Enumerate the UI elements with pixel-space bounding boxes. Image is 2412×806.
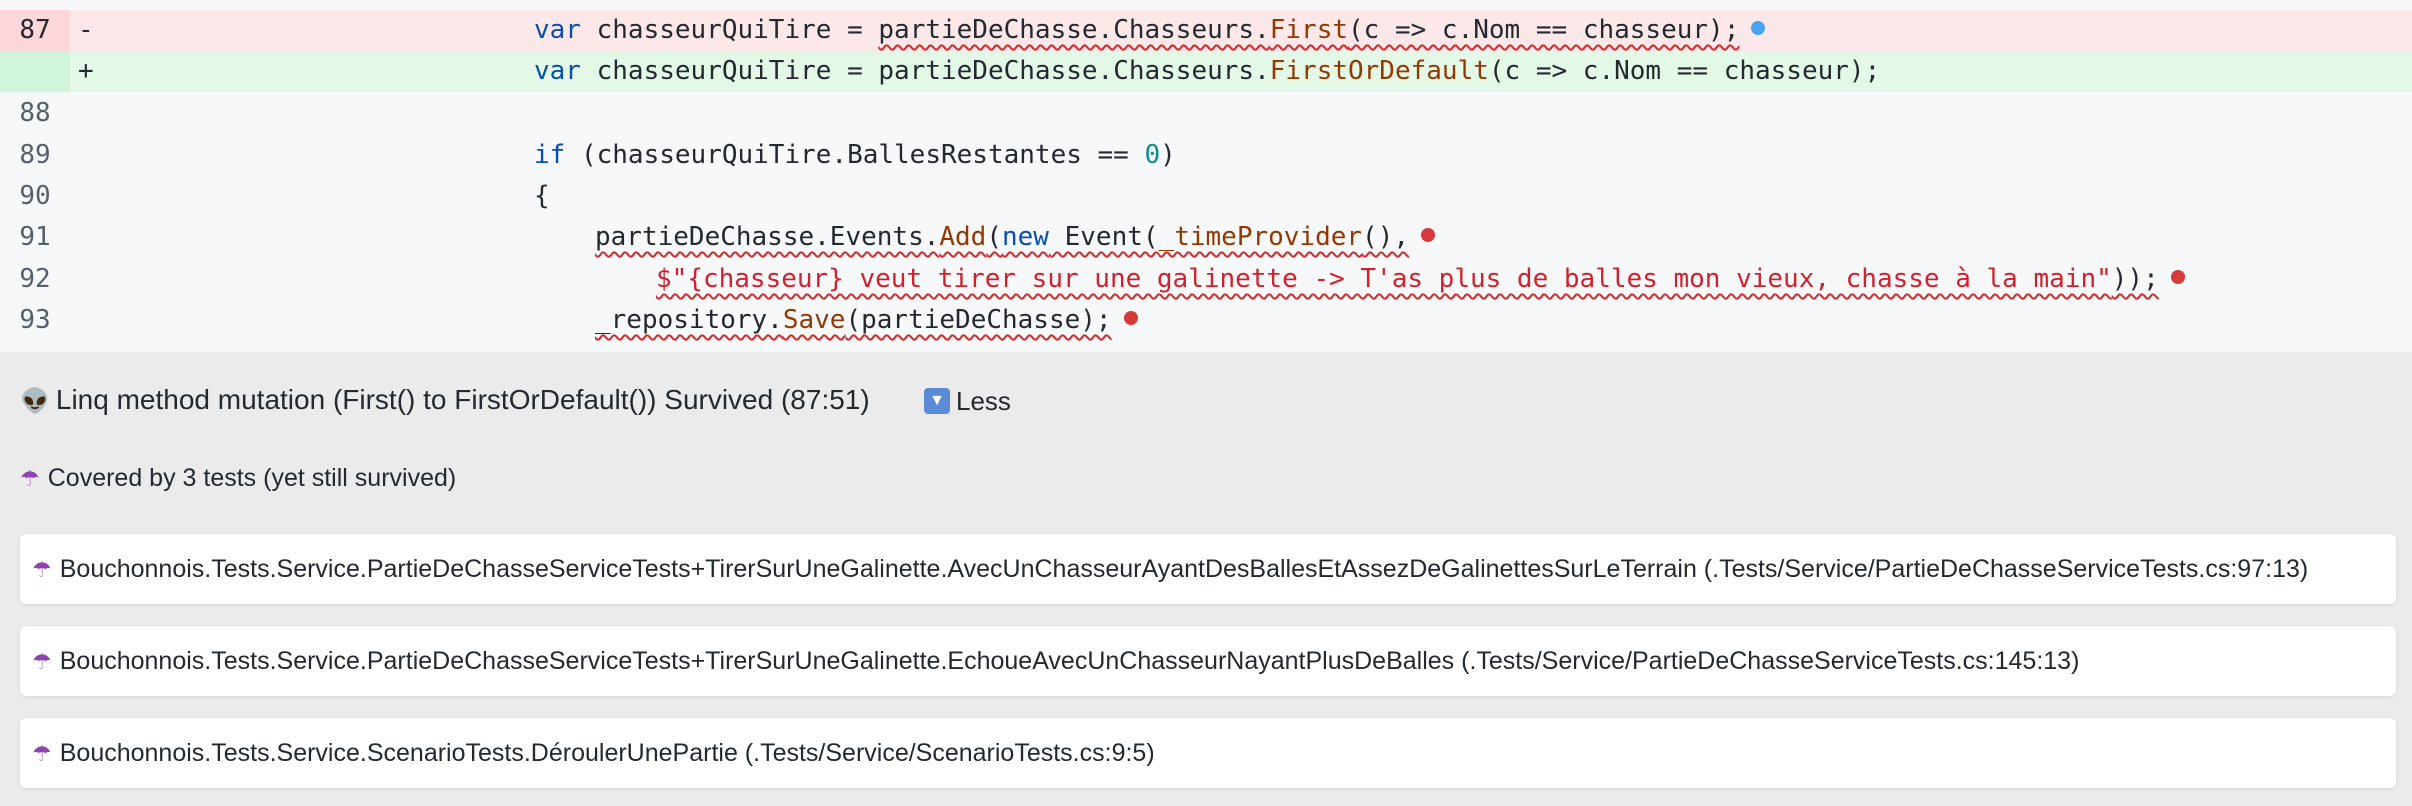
covering-test-item[interactable]: ☂ Bouchonnois.Tests.Service.ScenarioTests… xyxy=(20,718,2396,788)
keyword-if: if xyxy=(534,140,566,170)
code-segment: (chasseurQuiTire.BallesRestantes == xyxy=(565,140,1145,170)
coverage-summary: ☂ Covered by 3 tests (yet still survived) xyxy=(20,460,456,496)
diff-row-added: + var chasseurQuiTire = partieDeChasse.C… xyxy=(0,51,2412,92)
code-segment: ) xyxy=(1160,140,1176,170)
code-line: _repository.Save(partieDeChasse); xyxy=(595,300,1138,341)
test-name: Bouchonnois.Tests.Service.ScenarioTests.… xyxy=(59,739,1155,767)
code-line: if (chasseurQuiTire.BallesRestantes == 0… xyxy=(534,135,1176,176)
alien-icon: 👽 xyxy=(20,388,50,415)
test-name: Bouchonnois.Tests.Service.PartieDeChasse… xyxy=(59,555,2309,583)
code-mutated-expression: _repository.Save(partieDeChasse); xyxy=(595,305,1112,335)
mutant-marker-blue-dot[interactable] xyxy=(1751,20,1766,35)
code-row: 90 { xyxy=(0,176,2412,217)
mutant-title-text: Linq method mutation (First() to FirstOr… xyxy=(55,384,870,415)
code-line: var chasseurQuiTire = partieDeChasse.Cha… xyxy=(534,51,1880,92)
code-number: 0 xyxy=(1144,140,1161,170)
covering-test-item[interactable]: ☂ Bouchonnois.Tests.Service.PartieDeChass… xyxy=(20,534,2396,604)
code-line: $"{chasseur} veut tirer sur une galinett… xyxy=(656,259,2185,300)
code-line: var chasseurQuiTire = partieDeChasse.Cha… xyxy=(534,10,1766,51)
mutant-marker-red-dot[interactable] xyxy=(1123,310,1138,325)
line-number: 91 xyxy=(19,222,51,252)
code-method: FirstOrDefault xyxy=(1269,56,1489,86)
less-toggle-label: Less xyxy=(956,386,1011,416)
line-number: 92 xyxy=(19,264,51,294)
diff-row-deleted: 87 - var chasseurQuiTire = partieDeChass… xyxy=(0,10,2412,51)
code-line: { xyxy=(534,181,550,211)
umbrella-icon: ☂ xyxy=(20,466,40,491)
code-row: 91 partieDeChasse.Events.Add(new Event(_… xyxy=(0,217,2412,258)
line-number: 88 xyxy=(19,98,51,128)
coverage-summary-text: Covered by 3 tests (yet still survived) xyxy=(47,464,457,492)
umbrella-icon: ☂ xyxy=(32,557,52,582)
code-segment: partieDeChasse.Chasseurs. xyxy=(878,56,1270,86)
line-number: 90 xyxy=(19,181,51,211)
umbrella-icon: ☂ xyxy=(32,649,52,674)
line-number: 87 xyxy=(0,10,70,51)
less-toggle-button[interactable]: ▼ Less xyxy=(924,383,1011,419)
code-row: 88 xyxy=(0,93,2412,134)
code-mutated-expression: partieDeChasse.Events.Add(new Event(_tim… xyxy=(595,222,1410,252)
diff-sign-minus: - xyxy=(78,15,94,45)
code-segment: (c => c.Nom == chasseur); xyxy=(1488,56,1881,86)
code-mutated-expression: $"{chasseur} veut tirer sur une galinett… xyxy=(656,264,2159,294)
code-segment: chasseurQuiTire = xyxy=(580,15,879,45)
test-name: Bouchonnois.Tests.Service.PartieDeChasse… xyxy=(59,647,2080,675)
code-row: 92 $"{chasseur} veut tirer sur une galin… xyxy=(0,259,2412,300)
code-diff-view: 87 - var chasseurQuiTire = partieDeChass… xyxy=(0,0,2412,352)
line-number: 89 xyxy=(19,140,51,170)
keyword-var: var xyxy=(534,56,581,86)
code-line: partieDeChasse.Events.Add(new Event(_tim… xyxy=(595,217,1436,258)
line-number xyxy=(0,51,70,92)
code-row: 93 _repository.Save(partieDeChasse); xyxy=(0,300,2412,341)
keyword-var: var xyxy=(534,15,581,45)
code-segment: chasseurQuiTire = xyxy=(580,56,879,86)
covering-test-item[interactable]: ☂ Bouchonnois.Tests.Service.PartieDeChass… xyxy=(20,626,2396,696)
code-mutated-expression: partieDeChasse.Chasseurs.First(c => c.No… xyxy=(878,15,1740,45)
mutant-marker-red-dot[interactable] xyxy=(1421,227,1436,242)
collapse-triangle-icon: ▼ xyxy=(924,388,950,415)
umbrella-icon: ☂ xyxy=(32,741,52,766)
mutant-marker-red-dot[interactable] xyxy=(2170,269,2185,284)
code-row: 89 if (chasseurQuiTire.BallesRestantes =… xyxy=(0,135,2412,176)
mutant-title: 👽 Linq method mutation (First() to FirstO… xyxy=(20,380,870,420)
line-number: 93 xyxy=(19,305,51,335)
diff-top-edge xyxy=(0,0,2412,10)
diff-sign-plus: + xyxy=(78,56,94,86)
